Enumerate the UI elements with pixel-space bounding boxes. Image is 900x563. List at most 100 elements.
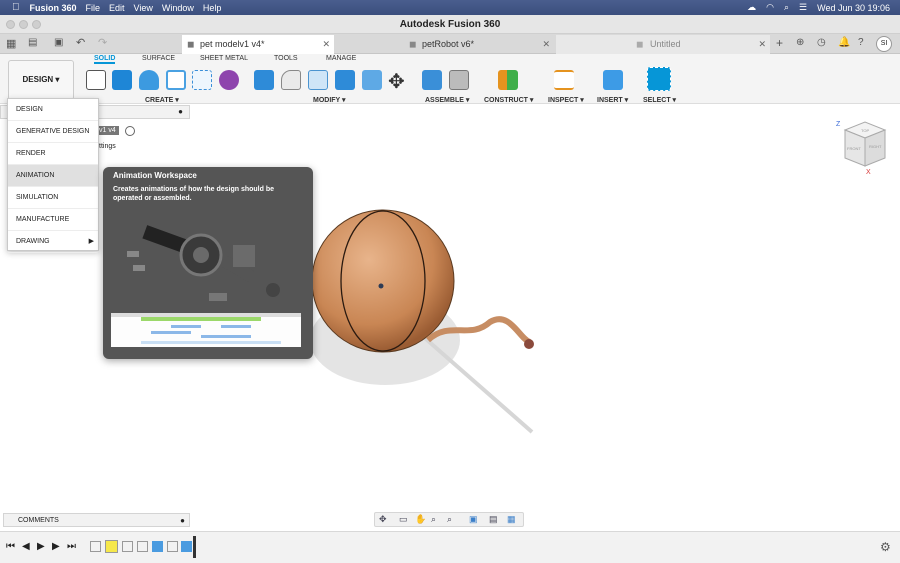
grid-menu-icon[interactable]: ▦ [6, 37, 16, 50]
tab-solid[interactable]: SOLID [94, 55, 116, 64]
new-component-icon[interactable] [422, 70, 442, 90]
radio-visibility-icon[interactable] [125, 126, 135, 136]
menu-window[interactable]: Window [162, 3, 203, 13]
combine-icon[interactable] [335, 70, 355, 90]
group-construct[interactable]: CONSTRUCT ▾ [484, 96, 533, 104]
apple-icon[interactable]:  [0, 2, 30, 13]
extrude-icon[interactable] [112, 70, 132, 90]
timeline-sketch-icon[interactable] [122, 541, 133, 552]
control-center-icon[interactable]: ☰ [799, 2, 807, 13]
notifications-icon[interactable]: 🔔 [838, 37, 850, 48]
extensions-icon[interactable]: ⊕ [796, 37, 804, 48]
shell-icon[interactable] [308, 70, 328, 90]
close-tab-icon[interactable]: ✕ [322, 35, 330, 54]
move-copy-icon[interactable]: ✥ [388, 69, 405, 94]
panel-collapse-icon[interactable]: ● [178, 107, 183, 116]
wifi-icon[interactable]: ◠ [766, 2, 774, 13]
insert-image-icon[interactable] [603, 70, 623, 90]
workspace-item-animation[interactable]: ANIMATION [8, 165, 98, 187]
save-icon[interactable]: ▣ [54, 37, 63, 48]
job-status-icon[interactable]: ◷ [817, 37, 826, 48]
group-select[interactable]: SELECT ▾ [643, 96, 676, 104]
orbit-icon[interactable]: ✥ [379, 514, 387, 525]
timeline-sweep-icon[interactable] [181, 541, 192, 552]
tab-tools[interactable]: TOOLS [274, 55, 298, 62]
pattern-icon[interactable] [192, 70, 212, 90]
search-icon[interactable]: ⌕ [784, 2, 789, 13]
look-at-icon[interactable]: ▭ [399, 514, 408, 525]
settings-gear-icon[interactable]: ⚙ [880, 540, 891, 554]
zoom-window-icon[interactable]: ⌕ [447, 514, 452, 525]
group-inspect[interactable]: INSPECT ▾ [548, 96, 584, 104]
minimize-window-button[interactable] [19, 20, 28, 29]
timeline-sketch-icon[interactable] [167, 541, 178, 552]
select-icon[interactable] [647, 67, 671, 91]
panel-collapse-icon[interactable]: ● [180, 514, 185, 527]
timeline-revolve-icon[interactable] [152, 541, 163, 552]
workspace-item-manufacture[interactable]: MANUFACTURE [8, 209, 98, 231]
workspace-switcher-button[interactable]: DESIGN ▾ [8, 60, 74, 100]
zoom-icon[interactable]: ⌕ [431, 514, 436, 525]
offset-plane-icon[interactable] [498, 70, 518, 90]
group-assemble[interactable]: ASSEMBLE ▾ [425, 96, 469, 104]
close-window-button[interactable] [6, 20, 15, 29]
tab-untitled[interactable]: ◼ Untitled ✕ [556, 35, 770, 54]
menu-edit[interactable]: Edit [109, 3, 134, 13]
workspace-item-drawing[interactable]: DRAWING ▶ [8, 231, 98, 253]
display-settings-icon[interactable]: ▣ [469, 514, 478, 525]
create-sketch-icon[interactable] [86, 70, 106, 90]
measure-icon[interactable] [554, 70, 574, 90]
group-modify[interactable]: MODIFY ▾ [313, 96, 346, 104]
go-to-end-icon[interactable]: ⏭ [67, 541, 76, 552]
revolve-icon[interactable] [139, 70, 159, 90]
cloud-icon[interactable]: ☁ [747, 2, 756, 13]
play-icon[interactable]: ▶ [37, 541, 45, 552]
new-tab-icon[interactable]: + [776, 36, 783, 50]
step-forward-icon[interactable]: ▶ [52, 541, 60, 552]
menu-view[interactable]: View [134, 3, 162, 13]
go-to-start-icon[interactable]: ⏮ [6, 541, 15, 552]
press-pull-icon[interactable] [254, 70, 274, 90]
viewports-icon[interactable]: ▦ [507, 514, 516, 525]
timeline-marker[interactable] [193, 536, 196, 558]
grid-settings-icon[interactable]: ▤ [489, 514, 498, 525]
timeline-sketch-icon[interactable] [137, 541, 148, 552]
redo-icon[interactable]: ↷ [98, 36, 107, 49]
clock[interactable]: Wed Jun 30 19:06 [817, 3, 890, 13]
joint-icon[interactable] [449, 70, 469, 90]
close-tab-icon[interactable]: ✕ [758, 35, 766, 54]
browser-version-label[interactable]: v1 v4 [96, 126, 119, 135]
workspace-item-simulation[interactable]: SIMULATION [8, 187, 98, 209]
file-menu-icon[interactable]: ▤ [28, 37, 37, 48]
tab-pet-modelv1[interactable]: ◼ pet modelv1 v4* ✕ [182, 35, 334, 54]
group-create[interactable]: CREATE ▾ [145, 96, 179, 104]
workspace-item-design[interactable]: DESIGN [8, 99, 98, 121]
step-back-icon[interactable]: ◀ [22, 541, 30, 552]
timeline-sketch-icon[interactable] [90, 541, 101, 552]
help-icon[interactable]: ? [858, 37, 864, 48]
user-avatar[interactable]: SI [876, 36, 892, 52]
hole-icon[interactable] [166, 70, 186, 90]
tab-manage[interactable]: MANAGE [326, 55, 356, 62]
menu-app-name[interactable]: Fusion 360 [30, 3, 86, 13]
form-icon[interactable] [219, 70, 239, 90]
group-insert[interactable]: INSERT ▾ [597, 96, 628, 104]
fillet-icon[interactable] [281, 70, 301, 90]
menu-file[interactable]: File [86, 3, 110, 13]
timeline-sketch-icon[interactable] [105, 540, 118, 553]
workspace-item-generative-design[interactable]: GENERATIVE DESIGN [8, 121, 98, 143]
tab-surface[interactable]: SURFACE [142, 55, 175, 62]
tab-petrobot[interactable]: ◼ petRobot v6* ✕ [404, 35, 554, 54]
comments-panel[interactable]: COMMENTS ● [3, 513, 190, 527]
zoom-window-button[interactable] [32, 20, 41, 29]
model-viewport-3d[interactable] [300, 190, 560, 450]
viewcube[interactable]: TOP FRONT RIGHT Z X [833, 116, 893, 176]
menu-help[interactable]: Help [203, 3, 231, 13]
browser-settings-label[interactable]: ttings [99, 143, 116, 150]
pan-icon[interactable]: ✋ [415, 514, 426, 525]
workspace-item-render[interactable]: RENDER [8, 143, 98, 165]
close-tab-icon[interactable]: ✕ [542, 35, 550, 54]
undo-icon[interactable]: ↶ [76, 36, 85, 49]
offset-face-icon[interactable] [362, 70, 382, 90]
tab-sheet-metal[interactable]: SHEET METAL [200, 55, 248, 62]
